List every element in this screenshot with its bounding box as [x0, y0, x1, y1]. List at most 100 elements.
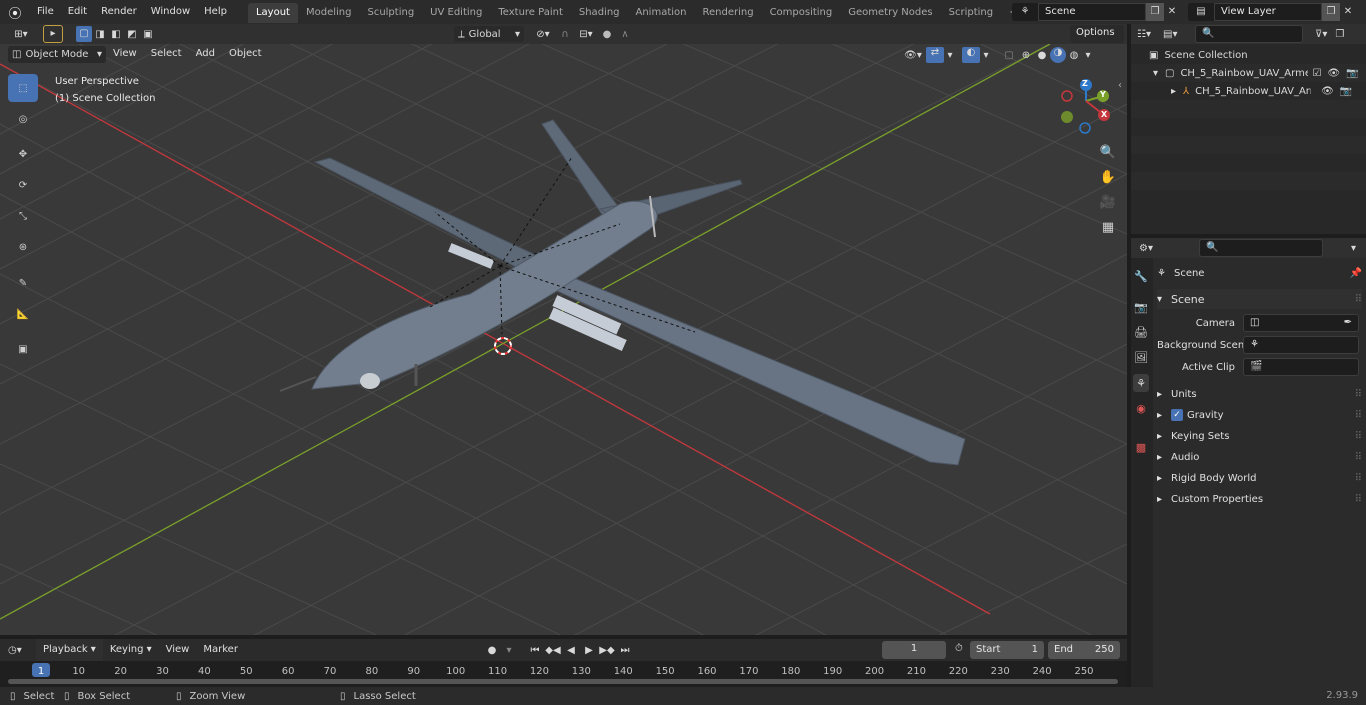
- timeline-editor-icon[interactable]: ◷▾: [8, 645, 36, 656]
- start-frame-field[interactable]: Start 1: [970, 641, 1044, 659]
- drag-handle-icon[interactable]: ⠿: [1355, 294, 1362, 305]
- camera-view-icon[interactable]: 🎥: [1097, 191, 1119, 213]
- scene-tab-icon[interactable]: ⚘: [1133, 374, 1149, 392]
- panel-units[interactable]: ▸ Units ⠿: [1157, 384, 1362, 404]
- view-layer-field[interactable]: View Layer: [1214, 3, 1322, 21]
- end-frame-field[interactable]: End 250: [1048, 641, 1120, 659]
- chevron-down-icon[interactable]: ▾: [944, 50, 956, 61]
- scale-tool-icon[interactable]: ⤡: [8, 202, 38, 230]
- menu-render[interactable]: Render: [94, 0, 144, 24]
- 3d-viewport[interactable]: User Perspective (1) Scene Collection Z …: [0, 44, 1127, 635]
- sidebar-toggle-icon[interactable]: ‹: [1118, 80, 1122, 91]
- filter-icon[interactable]: ⊽▾: [1315, 29, 1327, 40]
- jump-end-icon[interactable]: ⏭: [616, 645, 634, 656]
- intersect-selection-icon[interactable]: ▣: [140, 29, 156, 40]
- tab-texture-paint[interactable]: Texture Paint: [490, 3, 571, 23]
- blender-logo-icon[interactable]: ⦿: [0, 3, 30, 22]
- select-tool-icon[interactable]: ▸: [43, 25, 63, 43]
- chevron-down-icon[interactable]: ▾: [1351, 243, 1356, 254]
- uav-model[interactable]: [279, 119, 966, 466]
- background-scene-field[interactable]: ⚘: [1243, 336, 1359, 354]
- play-icon[interactable]: ▶: [580, 645, 598, 656]
- gravity-checkbox[interactable]: ✓: [1171, 409, 1183, 421]
- wireframe-shading-icon[interactable]: ⊕: [1018, 50, 1034, 61]
- tab-sculpting[interactable]: Sculpting: [359, 3, 422, 23]
- visibility-icon[interactable]: 👁▾: [900, 50, 926, 61]
- camera-icon[interactable]: 📷: [1340, 86, 1352, 97]
- prev-keyframe-icon[interactable]: ◆◀: [544, 645, 562, 656]
- properties-search-input[interactable]: 🔍: [1199, 239, 1323, 257]
- preview-range-icon[interactable]: ⏱: [955, 643, 963, 654]
- eyedropper-icon[interactable]: ✒: [1344, 315, 1352, 331]
- snap-target-icon[interactable]: ⊟▾: [574, 29, 598, 40]
- panel-gravity[interactable]: ▸ ✓ Gravity ⠿: [1157, 405, 1362, 425]
- drag-handle-icon[interactable]: ⠿: [1355, 452, 1362, 463]
- xray-icon[interactable]: ▢: [1000, 50, 1018, 61]
- panel-keying-sets[interactable]: ▸ Keying Sets ⠿: [1157, 426, 1362, 446]
- properties-editor-icon[interactable]: ⚙▾: [1139, 243, 1167, 254]
- viewport-menu-add[interactable]: Add: [189, 44, 222, 64]
- eye-icon[interactable]: 👁: [1327, 68, 1340, 79]
- panel-rigid-body-world[interactable]: ▸ Rigid Body World ⠿: [1157, 468, 1362, 488]
- viewport-menu-object[interactable]: Object: [222, 44, 269, 64]
- play-reverse-icon[interactable]: ◀: [562, 645, 580, 656]
- panel-audio[interactable]: ▸ Audio ⠿: [1157, 447, 1362, 467]
- drag-handle-icon[interactable]: ⠿: [1355, 410, 1362, 421]
- delete-view-layer-icon[interactable]: ✕: [1340, 3, 1356, 21]
- tab-geometry-nodes[interactable]: Geometry Nodes: [840, 3, 940, 23]
- ortho-grid-icon[interactable]: ▦: [1097, 216, 1119, 238]
- panel-custom-properties[interactable]: ▸ Custom Properties ⠿: [1157, 489, 1362, 509]
- material-shading-icon[interactable]: ◑: [1050, 47, 1066, 63]
- world-tab-icon[interactable]: ◉: [1133, 399, 1149, 417]
- tab-animation[interactable]: Animation: [628, 3, 695, 23]
- current-frame-field[interactable]: 1: [882, 641, 946, 659]
- overlay-toggle-icon[interactable]: ◐: [962, 47, 980, 63]
- display-mode-icon[interactable]: ▤▾: [1163, 29, 1189, 40]
- drag-handle-icon[interactable]: ⠿: [1355, 494, 1362, 505]
- object-mode-dropdown[interactable]: ◫ Object Mode ▾: [8, 45, 106, 63]
- outliner-row-collection[interactable]: ▾ ▢ CH_5_Rainbow_UAV_Armed ☑ 👁 📷: [1131, 64, 1366, 82]
- subtract-selection-icon[interactable]: ◧: [108, 29, 124, 40]
- viewport-scene[interactable]: [0, 44, 1127, 635]
- move-tool-icon[interactable]: ✥: [8, 140, 38, 168]
- new-collection-icon[interactable]: ❐: [1335, 29, 1344, 40]
- camera-icon[interactable]: 📷: [1346, 68, 1358, 79]
- tab-compositing[interactable]: Compositing: [762, 3, 841, 23]
- drag-handle-icon[interactable]: ⠿: [1355, 473, 1362, 484]
- view-layer-icon[interactable]: ▤: [1188, 3, 1214, 21]
- view-layer-tab-icon[interactable]: 🖼: [1133, 348, 1149, 366]
- extend-selection-icon[interactable]: ◨: [92, 29, 108, 40]
- add-cube-tool-icon[interactable]: ▣: [8, 335, 38, 363]
- transform-tool-icon[interactable]: ⊛: [8, 233, 38, 261]
- snap-icon[interactable]: ∩: [556, 29, 574, 40]
- new-selection-icon[interactable]: ▢: [76, 26, 92, 42]
- zoom-icon[interactable]: 🔍: [1097, 141, 1119, 163]
- timeline-marker-menu[interactable]: Marker: [196, 639, 245, 661]
- outliner-row-object[interactable]: ▸ ⅄ CH_5_Rainbow_UAV_Arr 👁 📷: [1131, 82, 1366, 100]
- tab-shading[interactable]: Shading: [571, 3, 628, 23]
- eye-icon[interactable]: 👁: [1321, 86, 1334, 97]
- menu-edit[interactable]: Edit: [61, 0, 94, 24]
- camera-field[interactable]: ◫ ✒: [1243, 314, 1359, 332]
- tab-scripting[interactable]: Scripting: [941, 3, 1001, 23]
- record-icon[interactable]: ●: [482, 645, 502, 656]
- tab-uv-editing[interactable]: UV Editing: [422, 3, 490, 23]
- tab-rendering[interactable]: Rendering: [694, 3, 761, 23]
- render-tab-icon[interactable]: 📷: [1133, 298, 1149, 316]
- annotate-tool-icon[interactable]: ✎: [8, 269, 38, 297]
- solid-shading-icon[interactable]: ●: [1034, 50, 1050, 61]
- measure-tool-icon[interactable]: 📐: [8, 300, 38, 328]
- drag-handle-icon[interactable]: ⠿: [1355, 389, 1362, 400]
- delete-scene-icon[interactable]: ✕: [1164, 3, 1180, 21]
- chevron-down-icon[interactable]: ▾: [502, 645, 516, 656]
- expand-arrow-icon[interactable]: ▸: [1171, 86, 1183, 97]
- menu-help[interactable]: Help: [197, 0, 234, 24]
- pan-hand-icon[interactable]: ✋: [1097, 166, 1119, 188]
- expand-arrow-icon[interactable]: ▾: [1153, 68, 1165, 79]
- tool-tab-icon[interactable]: 🔧: [1133, 267, 1149, 285]
- output-tab-icon[interactable]: 🖨: [1133, 323, 1149, 341]
- gizmo-toggle-icon[interactable]: ⇄: [926, 47, 944, 63]
- tab-modeling[interactable]: Modeling: [298, 3, 360, 23]
- viewport-menu-view[interactable]: View: [106, 44, 144, 64]
- checkbox-icon[interactable]: ☑: [1312, 68, 1321, 79]
